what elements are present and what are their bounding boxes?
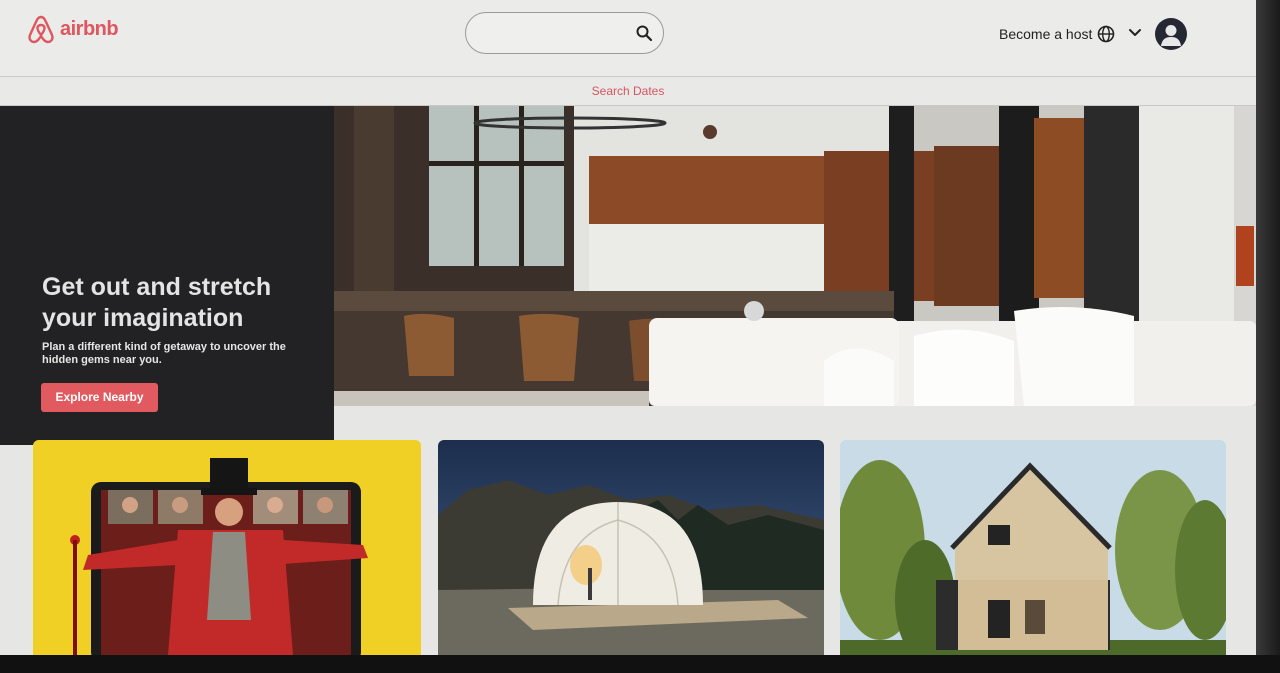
hero-image	[334, 106, 1256, 406]
search-dates-bar: Search Dates	[0, 77, 1256, 106]
stay-card-dome[interactable]	[438, 440, 824, 655]
top-nav: airbnb Become a host	[0, 0, 1256, 77]
user-avatar[interactable]	[1155, 18, 1187, 50]
search-icon[interactable]	[635, 24, 653, 42]
monitor-bezel-right	[1256, 0, 1280, 673]
explore-nearby-button[interactable]: Explore Nearby	[41, 383, 158, 412]
search-dates-link[interactable]: Search Dates	[0, 84, 1256, 98]
become-host-link[interactable]: Become a host	[999, 26, 1092, 42]
hero-title: Get out and stretch your imagination	[42, 273, 272, 332]
chevron-down-icon[interactable]	[1129, 28, 1141, 38]
search-bar[interactable]	[465, 12, 664, 54]
performer-image	[33, 440, 421, 655]
monitor-bezel-bottom	[0, 655, 1280, 673]
user-avatar-icon	[1161, 25, 1181, 46]
logo-text: airbnb	[60, 17, 119, 40]
dome-image	[438, 440, 824, 655]
globe-icon[interactable]	[1097, 25, 1115, 43]
hero-subtitle: Plan a different kind of getaway to unco…	[42, 341, 286, 366]
cabin-image	[840, 440, 1226, 655]
experience-card-online[interactable]	[33, 440, 421, 655]
browser-screen: airbnb Become a host Search Dates Get ou…	[0, 0, 1256, 655]
airbnb-logo-icon	[28, 15, 54, 44]
stay-card-cabin[interactable]	[840, 440, 1226, 655]
airbnb-logo[interactable]: airbnb	[26, 14, 119, 44]
